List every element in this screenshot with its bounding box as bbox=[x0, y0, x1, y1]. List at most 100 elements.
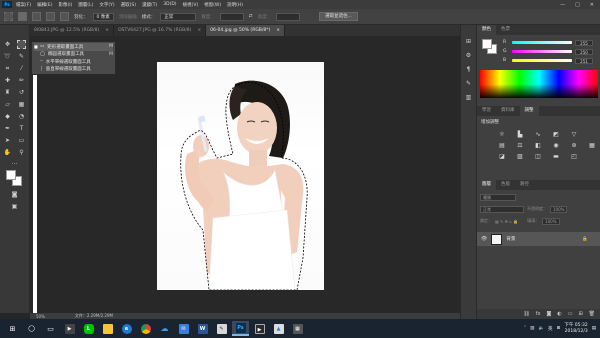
lock-icons[interactable]: ▦ ✎ ✥ ⌂ 🔒 bbox=[495, 219, 518, 224]
curves-icon[interactable]: ∿ bbox=[533, 131, 543, 138]
eraser-tool-icon[interactable]: ▱ bbox=[3, 100, 12, 109]
healing-brush-tool-icon[interactable]: ✚ bbox=[3, 76, 12, 85]
tray-expand-icon[interactable]: ˄ bbox=[524, 326, 526, 331]
tab-close-icon[interactable]: × bbox=[276, 25, 280, 36]
chrome-browser-icon[interactable] bbox=[137, 321, 154, 336]
tab-document-1[interactable]: 8I0843.JPG @ 12.5% (RGB/8) × bbox=[30, 25, 115, 36]
menu-window[interactable]: 視窗(W) bbox=[204, 2, 221, 8]
visibility-eye-icon[interactable]: 👁 bbox=[481, 236, 487, 242]
red-value-input[interactable]: 255 bbox=[575, 39, 593, 46]
swap-icon[interactable]: ⇄ bbox=[249, 14, 253, 19]
brush-panel-icon[interactable]: ✎ bbox=[464, 79, 473, 88]
add-mask-icon[interactable]: ◙ bbox=[546, 311, 551, 317]
link-layers-icon[interactable]: ⛓ bbox=[523, 311, 529, 317]
layer-kind-select[interactable]: 種類 bbox=[480, 193, 516, 201]
tab-learn[interactable]: 學習 bbox=[477, 106, 496, 116]
tab-paths[interactable]: 路徑 bbox=[515, 180, 534, 190]
single-row-marquee-option[interactable]: ┄ 水平單線選取畫面工具 bbox=[34, 58, 113, 66]
line-app-icon[interactable]: L bbox=[80, 321, 97, 336]
close-window-button[interactable]: ✕ bbox=[590, 2, 594, 8]
photo-filter-icon[interactable]: ◉ bbox=[551, 142, 561, 149]
menu-file[interactable]: 檔案(F) bbox=[16, 2, 31, 8]
new-group-icon[interactable]: ▭ bbox=[568, 311, 573, 317]
word-app-icon[interactable]: W bbox=[194, 321, 211, 336]
elliptical-marquee-option[interactable]: ◯ 橢圓選取畫面工具 M bbox=[34, 51, 113, 59]
video-app-icon[interactable]: ▶ bbox=[251, 321, 268, 336]
new-adjustment-icon[interactable]: ◐ bbox=[557, 311, 561, 317]
tab-document-3[interactable]: 06-04.jpg @ 50% (RGB/8*) × bbox=[206, 25, 286, 36]
blue-value-input[interactable]: 251 bbox=[575, 57, 593, 64]
foreground-color-swatch[interactable] bbox=[6, 170, 16, 180]
gradient-tool-icon[interactable]: ▦ bbox=[17, 100, 26, 109]
feather-input[interactable]: 0 像素 bbox=[92, 12, 114, 21]
history-brush-tool-icon[interactable]: ↺ bbox=[17, 88, 26, 97]
edge-browser-icon[interactable]: e bbox=[118, 321, 135, 336]
invert-icon[interactable]: ◪ bbox=[497, 153, 507, 160]
gradient-map-icon[interactable]: ▬ bbox=[551, 153, 561, 160]
levels-icon[interactable]: ▙ bbox=[515, 131, 525, 138]
color-panel-foreground-swatch[interactable] bbox=[482, 39, 492, 49]
clock[interactable]: 下午 05:32 2018/12/3 bbox=[564, 323, 587, 335]
blur-tool-icon[interactable]: ◆ bbox=[3, 112, 12, 121]
zoom-level[interactable]: 50% bbox=[36, 314, 45, 319]
search-icon[interactable]: ◯ bbox=[23, 321, 40, 336]
dodge-tool-icon[interactable]: ◔ bbox=[17, 112, 26, 121]
black-white-icon[interactable]: ◧ bbox=[533, 142, 543, 149]
screen-mode-icon[interactable]: ▣ bbox=[10, 202, 19, 211]
menu-help[interactable]: 說明(H) bbox=[227, 2, 243, 8]
marquee-tool-icon[interactable] bbox=[17, 40, 26, 49]
calculator-icon[interactable]: ▦ bbox=[289, 321, 306, 336]
tab-swatches[interactable]: 色票 bbox=[496, 25, 515, 35]
color-balance-icon[interactable]: ⚖ bbox=[515, 142, 525, 149]
color-lookup-icon[interactable]: ▦ bbox=[587, 142, 597, 149]
brush-tool-icon[interactable]: ✏ bbox=[17, 76, 26, 85]
menu-edit[interactable]: 編輯(E) bbox=[37, 2, 52, 8]
layer-style-icon[interactable]: fx bbox=[536, 311, 541, 317]
menu-view[interactable]: 檢視(V) bbox=[183, 2, 199, 8]
opacity-input[interactable]: 100% bbox=[550, 205, 568, 213]
crop-tool-icon[interactable]: ⌗ bbox=[3, 64, 12, 73]
minimize-button[interactable]: — bbox=[560, 2, 565, 8]
red-slider-track[interactable] bbox=[512, 41, 572, 44]
green-slider-track[interactable] bbox=[512, 50, 572, 53]
width-input[interactable] bbox=[219, 12, 244, 21]
exposure-icon[interactable]: ◩ bbox=[551, 131, 561, 138]
menu-select[interactable]: 選取(S) bbox=[121, 2, 136, 8]
style-select[interactable]: 正常 bbox=[160, 12, 197, 21]
intersect-selection-icon[interactable] bbox=[60, 12, 69, 21]
add-to-selection-icon[interactable] bbox=[32, 12, 41, 21]
input-language[interactable]: 英 bbox=[548, 326, 553, 332]
ime-icon[interactable]: ⊞ bbox=[557, 326, 561, 331]
document-image[interactable] bbox=[157, 62, 324, 290]
tab-adjustments[interactable]: 調整 bbox=[519, 106, 539, 116]
color-spectrum[interactable] bbox=[480, 70, 598, 98]
media-player-icon[interactable]: ▶ bbox=[61, 321, 78, 336]
character-panel-icon[interactable]: ¶ bbox=[464, 65, 473, 74]
tool-preset-picker[interactable] bbox=[4, 12, 13, 21]
volume-icon[interactable]: 🔈 bbox=[538, 326, 544, 331]
selective-color-icon[interactable]: ◰ bbox=[569, 153, 579, 160]
new-layer-icon[interactable]: ⊞ bbox=[578, 311, 582, 317]
hue-saturation-icon[interactable]: ▤ bbox=[497, 142, 507, 149]
mail-icon[interactable]: ✉ bbox=[175, 321, 192, 336]
blend-mode-select[interactable]: 正常 bbox=[480, 205, 524, 213]
tab-document-2[interactable]: OSTV6427.JPG @ 16.7% (RGB/8) × bbox=[114, 25, 207, 36]
maximize-button[interactable]: □ bbox=[575, 2, 580, 8]
tab-libraries[interactable]: 資料庫 bbox=[496, 106, 520, 116]
new-selection-icon[interactable] bbox=[18, 12, 27, 21]
menu-layer[interactable]: 圖層(L) bbox=[78, 2, 93, 8]
pen-tool-icon[interactable]: ✒ bbox=[3, 124, 12, 133]
menu-3d[interactable]: 3D(D) bbox=[163, 2, 176, 7]
tab-close-icon[interactable]: × bbox=[105, 25, 109, 36]
task-view-icon[interactable]: ▭ bbox=[42, 321, 59, 336]
quick-select-tool-icon[interactable]: ✎ bbox=[17, 52, 26, 61]
clone-source-panel-icon[interactable]: ▥ bbox=[464, 93, 473, 102]
properties-panel-icon[interactable]: ⚙ bbox=[464, 51, 473, 60]
channel-mixer-icon[interactable]: ⊛ bbox=[569, 142, 579, 149]
posterize-icon[interactable]: ▨ bbox=[515, 153, 525, 160]
shape-tool-icon[interactable]: ▭ bbox=[17, 136, 26, 145]
tab-channels[interactable]: 色版 bbox=[496, 180, 515, 190]
green-value-input[interactable]: 250 bbox=[575, 48, 593, 55]
onedrive-icon[interactable]: ☁ bbox=[156, 321, 173, 336]
layer-row-background[interactable]: 👁 背景 🔒 bbox=[477, 232, 600, 246]
